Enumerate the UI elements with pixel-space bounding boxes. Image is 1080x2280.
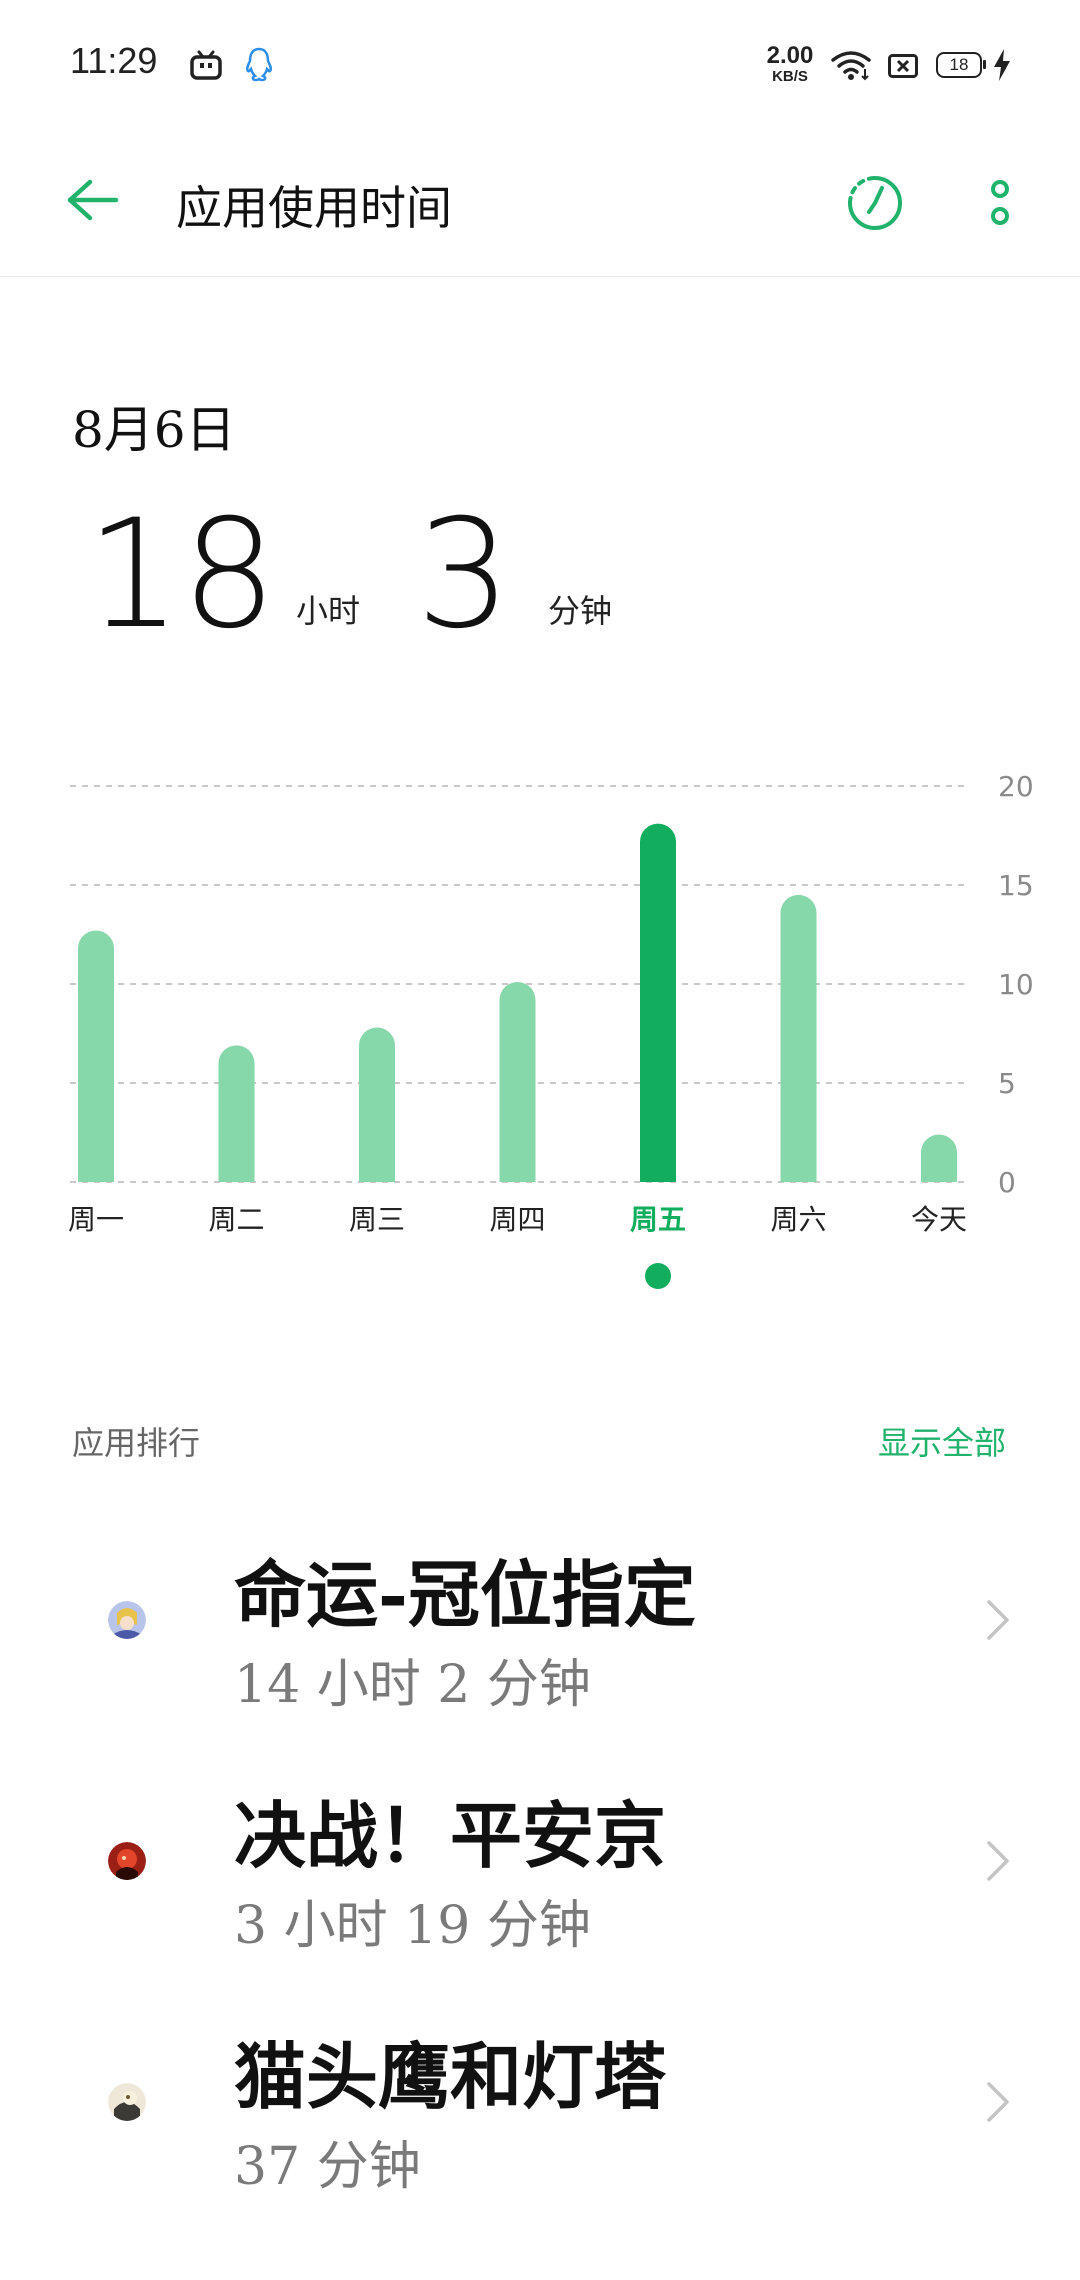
chevron-right-icon [984,1839,1012,1887]
status-bar: 11:29 2.00 KB/S 18 [0,0,1080,130]
app-ranking-label: 应用排行 [72,1424,201,1462]
show-all-button[interactable]: 显示全部 [878,1418,1006,1464]
network-speed-unit: KB/S [772,68,808,85]
wifi-icon [830,48,872,86]
owl-lighthouse-app-icon [108,2083,146,2121]
more-options-icon[interactable] [986,178,1014,232]
chevron-right-icon [984,1598,1012,1646]
chart-bar[interactable] [218,1045,255,1182]
app-row-owl-lighthouse[interactable]: 猫头鹰和灯塔 37 分钟 [0,1982,1080,2222]
status-time: 11:29 [70,40,158,81]
chevron-right-icon [984,2080,1012,2128]
app-name: 命运-冠位指定 [234,1552,696,1637]
minutes-unit: 分钟 [548,592,613,630]
x-category-label[interactable]: 周一 [68,1203,124,1236]
app-name: 猫头鹰和灯塔 [234,2034,667,2119]
chart-bar[interactable] [921,1134,957,1182]
network-speed-value: 2.00 [766,42,814,69]
x-category-label[interactable]: 今天 [911,1203,967,1236]
bilibili-icon [190,50,222,84]
chart-bar[interactable] [780,894,817,1182]
app-row-fgo[interactable]: 命运-冠位指定 14 小时 2 分钟 [0,1500,1080,1740]
x-category-label[interactable]: 周二 [208,1203,264,1236]
charging-bolt-icon [992,48,1012,86]
y-tick-label: 5 [998,1067,1016,1100]
total-minutes-value: 3 [416,488,512,662]
chart-bar[interactable] [499,982,536,1182]
qq-icon [244,46,274,88]
app-row-onmyoji-arena[interactable]: 决战！平安京 3 小时 19 分钟 [0,1741,1080,1981]
x-category-label[interactable]: 周五 [630,1203,686,1236]
selected-day-indicator [645,1263,671,1289]
x-category-label[interactable]: 周六 [770,1203,826,1236]
app-usage-time: 37 分钟 [234,2137,421,2197]
sim-off-icon [888,54,918,82]
y-tick-label: 10 [998,968,1034,1001]
chart-bar[interactable] [359,1027,395,1182]
app-bar: 应用使用时间 [0,130,1080,277]
chart-bar[interactable] [640,823,676,1182]
selected-date: 8月6日 [72,401,236,459]
app-usage-time: 3 小时 19 分钟 [234,1896,591,1956]
fgo-app-icon [108,1601,146,1639]
network-speed: 2.00 KB/S [762,42,818,85]
back-arrow-icon[interactable] [64,178,120,226]
x-category-label[interactable]: 周三 [349,1203,405,1236]
y-tick-label: 0 [998,1166,1016,1199]
y-tick-label: 20 [998,770,1034,803]
y-tick-label: 15 [998,869,1034,902]
page-title: 应用使用时间 [176,181,452,235]
total-hours-value: 18 [86,488,277,662]
chart-bar[interactable] [78,930,114,1182]
onmyoji-arena-app-icon [108,1842,146,1880]
battery-icon: 18 [936,52,986,78]
timer-icon[interactable] [846,174,904,236]
hours-unit: 小时 [296,592,361,630]
x-category-label[interactable]: 周四 [489,1203,545,1236]
app-name: 决战！平安京 [234,1793,667,1878]
app-usage-time: 14 小时 2 分钟 [234,1655,591,1715]
weekly-usage-chart: 0 5 10 15 20 周一 周二 周三 周四 周五 周六 今天 [68,770,1034,1289]
